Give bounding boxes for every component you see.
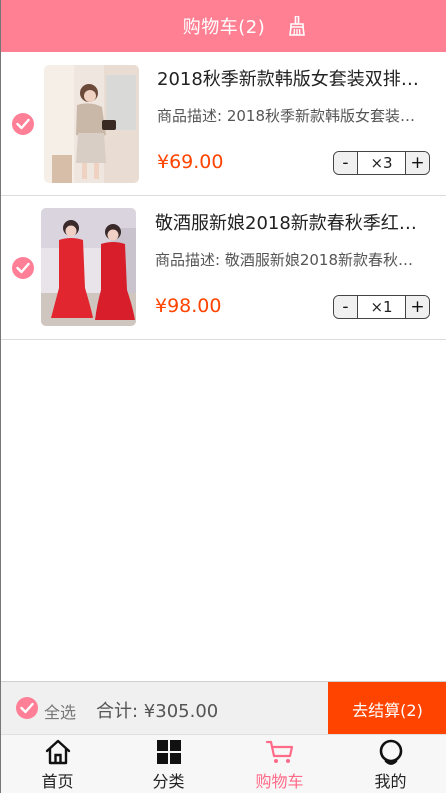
tab-home[interactable]: 首页 (2, 735, 113, 793)
select-all-label[interactable]: 全选 (44, 699, 76, 723)
cart-item: 敬酒服新娘2018新款春秋季红色连衣裙 商品描述: 敬酒服新娘2018新款春秋季… (1, 196, 446, 340)
product-description: 商品描述: 2018秋季新款韩版女套装双排扣开衫连衣裙 (157, 107, 421, 125)
tab-profile[interactable]: 我的 (335, 735, 446, 793)
top-header: 购物车(2) (1, 0, 446, 52)
cart-item: 2018秋季新款韩版女套装双排扣开衫连衣裙 商品描述: 2018秋季新款韩版女套… (1, 52, 446, 196)
checkout-bar: 全选 合计: ¥305.00 去结算(2) (1, 681, 446, 735)
bottom-tab-bar: 首页 分类 购物车 我的 (1, 734, 446, 793)
product-name[interactable]: 敬酒服新娘2018新款春秋季红色连衣裙 (155, 209, 425, 235)
tab-label: 我的 (374, 772, 407, 791)
total-amount: 合计: ¥305.00 (96, 701, 219, 722)
quantity-value[interactable]: ×1 (358, 296, 405, 318)
quantity-stepper: - ×1 + (333, 295, 430, 319)
decrease-button[interactable]: - (334, 152, 358, 174)
quantity-stepper: - ×3 + (333, 151, 430, 175)
increase-button[interactable]: + (405, 152, 429, 174)
increase-button[interactable]: + (405, 296, 429, 318)
product-description: 商品描述: 敬酒服新娘2018新款春秋季红色连衣裙 (155, 251, 421, 269)
broom-icon[interactable] (288, 15, 306, 36)
checkout-button[interactable]: 去结算(2) (328, 682, 446, 735)
select-all-check-icon[interactable] (16, 697, 38, 719)
decrease-button[interactable]: - (334, 296, 358, 318)
tab-cart[interactable]: 购物车 (224, 735, 335, 793)
tab-label: 分类 (152, 772, 185, 791)
tab-label: 首页 (41, 772, 74, 791)
product-image[interactable] (44, 65, 139, 183)
home-icon (44, 739, 72, 769)
tab-category[interactable]: 分类 (113, 735, 224, 793)
product-price: ¥98.00 (155, 295, 222, 317)
item-check-icon[interactable] (12, 113, 34, 135)
page-title: 购物车(2) (182, 17, 266, 38)
cart-icon (265, 739, 295, 769)
product-price: ¥69.00 (157, 151, 224, 173)
app-root: 购物车(2) 2018秋季新款韩版女套装双排扣 商品描述: 2018秋季新款韩版… (0, 0, 446, 793)
item-check-icon[interactable] (12, 257, 34, 279)
product-image[interactable] (41, 208, 136, 326)
category-grid-icon (156, 739, 182, 769)
tab-label: 购物车 (255, 772, 304, 791)
product-name[interactable]: 2018秋季新款韩版女套装双排扣开衫连衣裙 (157, 65, 427, 91)
user-icon (377, 739, 405, 771)
quantity-value[interactable]: ×3 (358, 152, 405, 174)
